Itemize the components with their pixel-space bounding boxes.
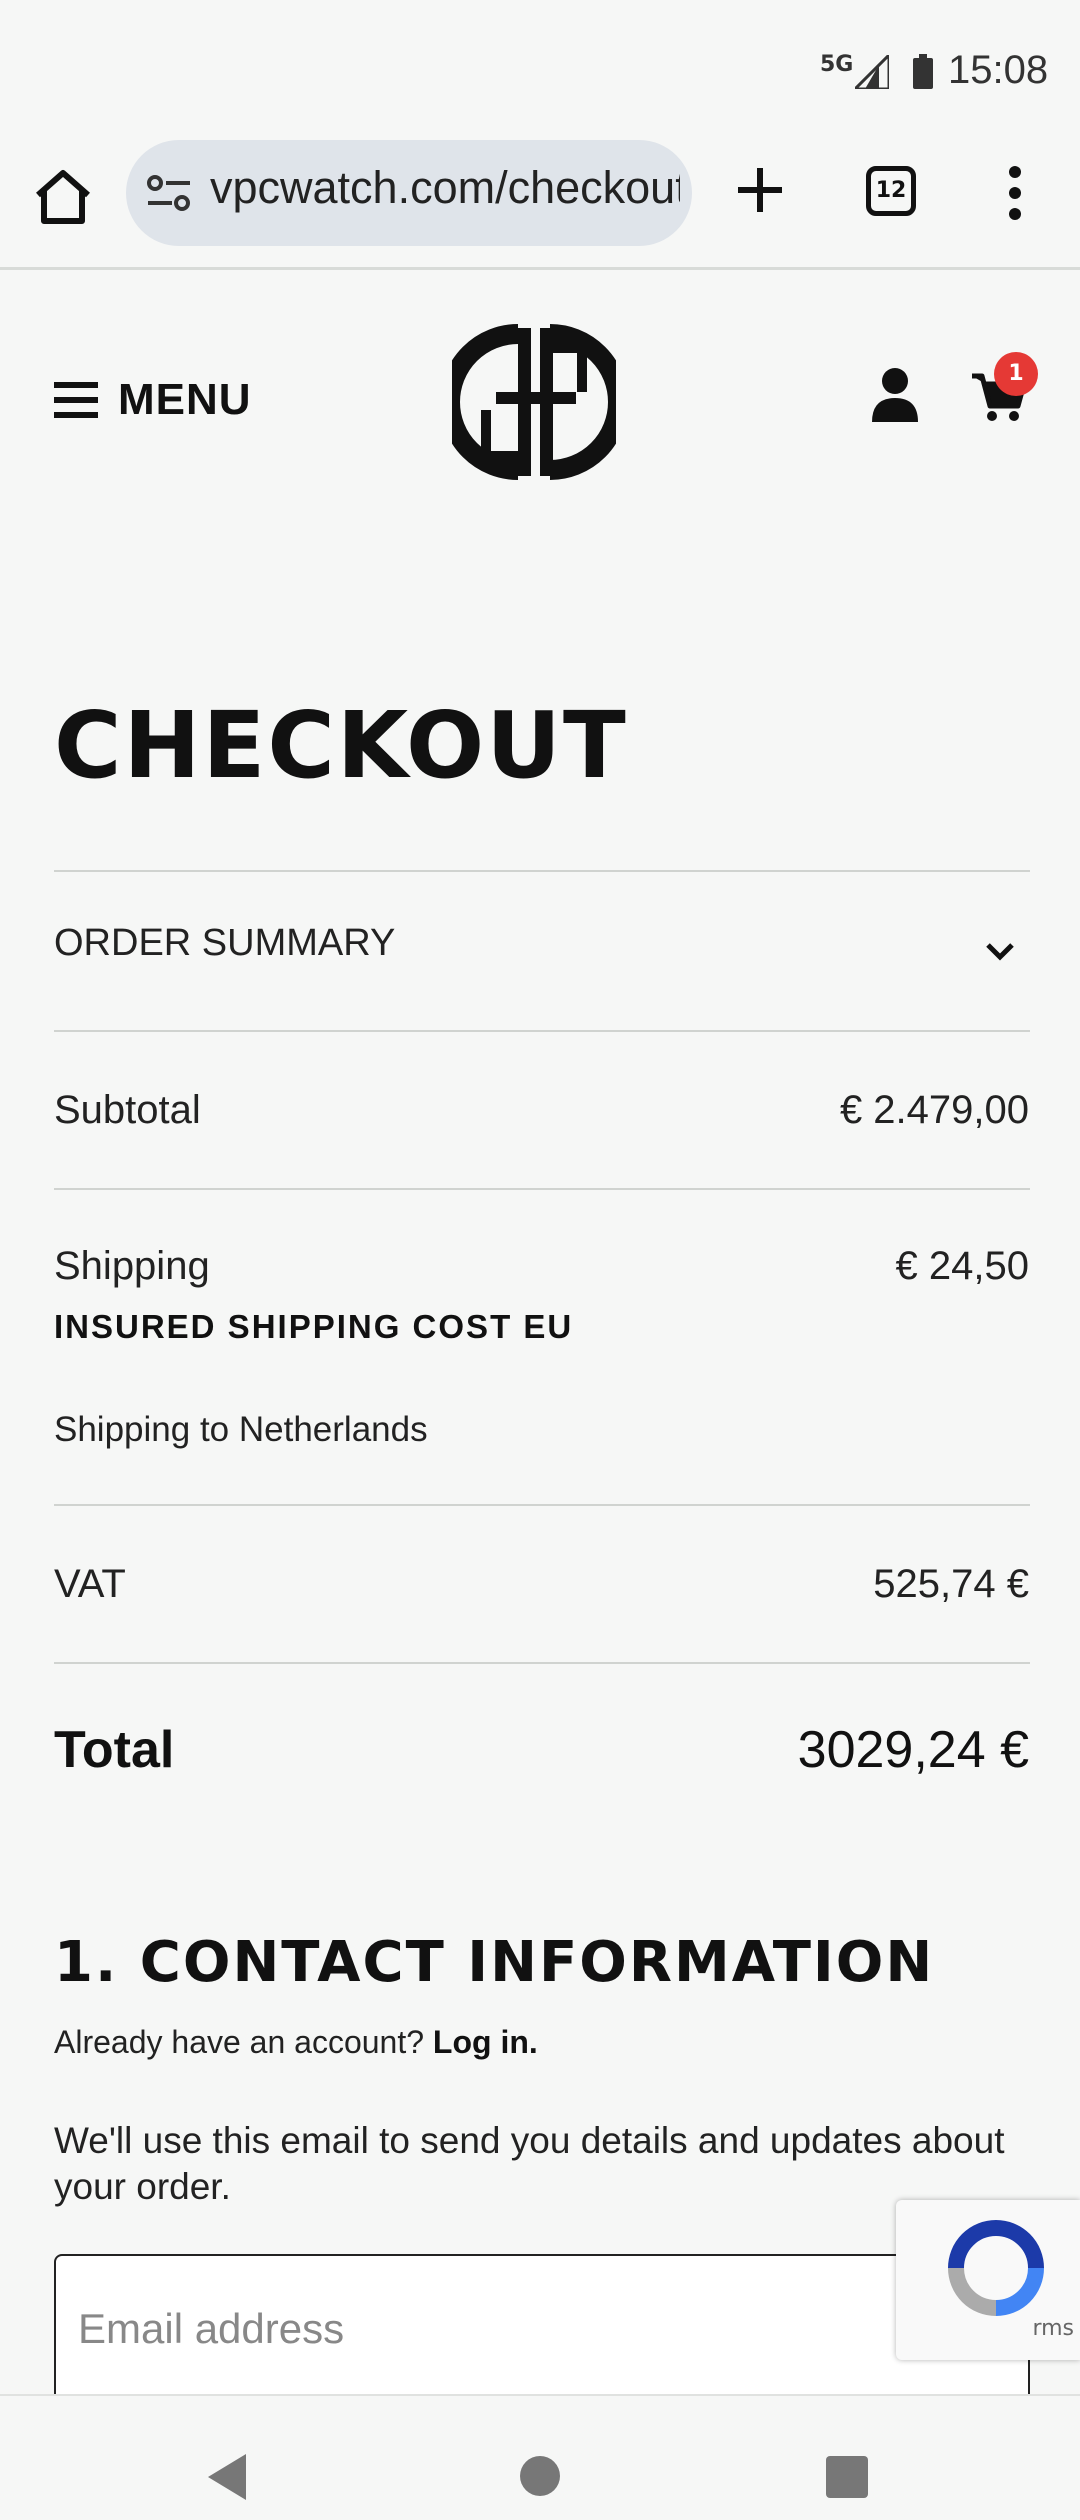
subtotal-label: Subtotal xyxy=(54,1088,201,1132)
new-tab-icon[interactable] xyxy=(730,160,790,220)
login-link[interactable]: Log in. xyxy=(433,2024,538,2060)
site-settings-icon[interactable] xyxy=(146,171,192,215)
browser-toolbar: vpcwatch.com/checkout 12 xyxy=(0,130,1080,270)
clock: 15:08 xyxy=(948,48,1049,92)
email-note: We'll use this email to send you details… xyxy=(54,2120,1005,2207)
menu-label: MENU xyxy=(118,375,252,424)
network-type: 5G xyxy=(820,52,854,77)
page-title: CHECKOUT xyxy=(54,692,628,799)
hamburger-icon xyxy=(54,382,98,418)
home-nav-icon[interactable] xyxy=(520,2456,560,2496)
divider xyxy=(54,1662,1030,1664)
signal-icon xyxy=(855,55,889,89)
shipping-destination: Shipping to Netherlands xyxy=(54,1410,428,1449)
shipping-label: Shipping xyxy=(54,1244,210,1288)
email-field[interactable] xyxy=(54,2254,1030,2404)
status-bar: 5G 15:08 xyxy=(0,0,1080,130)
chevron-down-icon xyxy=(986,943,1014,961)
tab-switcher-button[interactable]: 12 xyxy=(866,166,916,216)
address-bar[interactable]: vpcwatch.com/checkout xyxy=(126,140,692,246)
order-summary-label: ORDER SUMMARY xyxy=(54,922,396,964)
recents-icon[interactable] xyxy=(826,2456,868,2498)
battery-icon xyxy=(913,54,933,89)
recaptcha-badge[interactable]: rms xyxy=(896,2200,1080,2360)
recaptcha-terms[interactable]: rms xyxy=(1032,2316,1074,2341)
divider xyxy=(54,870,1030,872)
site-logo[interactable] xyxy=(452,318,616,486)
vat-label: VAT xyxy=(54,1562,126,1606)
account-icon[interactable] xyxy=(870,366,920,422)
recaptcha-icon xyxy=(948,2220,1044,2316)
total-value: 3029,24 € xyxy=(797,1721,1029,1779)
total-label: Total xyxy=(54,1721,175,1779)
shipping-value: € 24,50 xyxy=(895,1244,1029,1288)
account-prompt-text: Already have an account? xyxy=(54,2024,425,2060)
more-options-icon[interactable] xyxy=(990,166,1040,220)
system-nav-bar xyxy=(0,2394,1080,2520)
order-summary-toggle[interactable]: ORDER SUMMARY xyxy=(54,874,1030,1034)
contact-heading: 1. CONTACT INFORMATION xyxy=(54,1930,935,1995)
subtotal-value: € 2.479,00 xyxy=(839,1088,1029,1132)
back-icon[interactable] xyxy=(206,2452,250,2502)
divider xyxy=(54,1030,1030,1032)
divider xyxy=(54,1188,1030,1190)
shipping-method: INSURED SHIPPING COST EU xyxy=(54,1308,574,1345)
url-text: vpcwatch.com/checkout xyxy=(210,162,680,213)
account-prompt: Already have an account? Log in. xyxy=(54,2024,538,2061)
divider xyxy=(54,1504,1030,1506)
vat-value: 525,74 € xyxy=(873,1562,1029,1606)
cart-count-badge: 1 xyxy=(994,352,1038,396)
home-icon[interactable] xyxy=(30,165,96,231)
menu-button[interactable]: MENU xyxy=(54,375,252,424)
